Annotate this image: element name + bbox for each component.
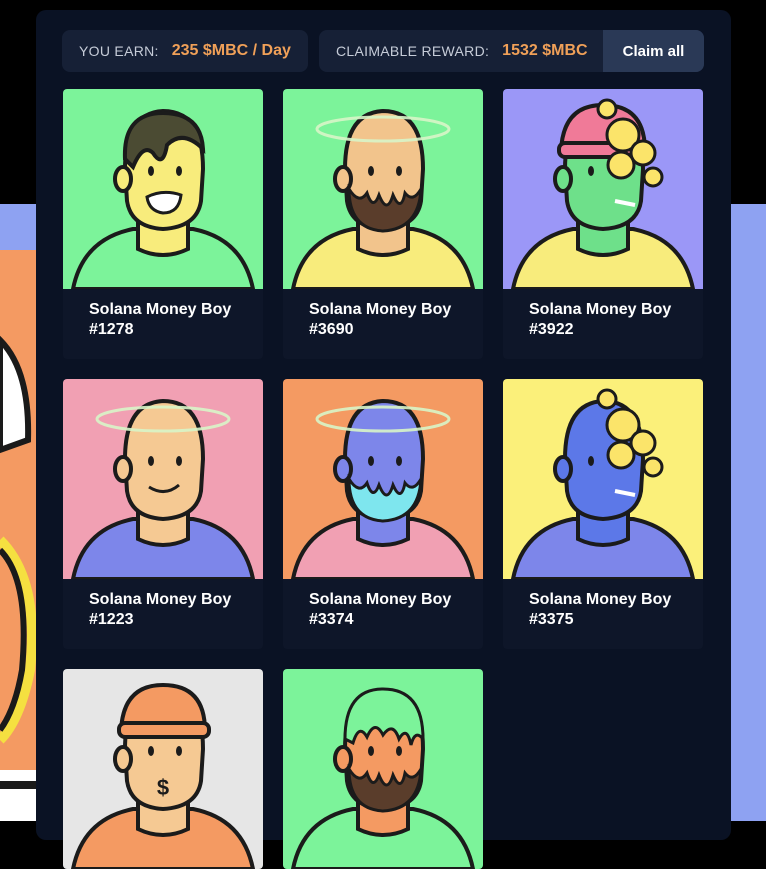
nft-card[interactable]: Solana Money Boy #1278 (63, 89, 263, 359)
rewards-bar: YOU EARN: 235 $MBC / Day CLAIMABLE REWAR… (62, 30, 704, 72)
nft-card[interactable]: Solana Money Boy #3375 (503, 379, 703, 649)
nft-image (503, 379, 703, 579)
claimable-label: CLAIMABLE REWARD: (336, 43, 490, 59)
nft-image (63, 89, 263, 289)
earn-rate-pill: YOU EARN: 235 $MBC / Day (62, 30, 308, 72)
nft-image (63, 379, 263, 579)
nft-image (283, 379, 483, 579)
earn-label: YOU EARN: (79, 43, 159, 59)
nft-image (283, 89, 483, 289)
claimable-value: 1532 $MBC (502, 42, 588, 59)
background-artwork-right (726, 204, 766, 821)
nft-title: Solana Money Boy #1278 (89, 301, 232, 338)
nft-card[interactable] (283, 669, 483, 869)
claimable-reward-pill: CLAIMABLE REWARD: 1532 $MBC Claim all (319, 30, 704, 72)
background-face-artwork (0, 250, 40, 821)
nft-card[interactable]: Solana Money Boy #1223 (63, 379, 263, 649)
nft-card[interactable]: $ (63, 669, 263, 869)
nft-title: Solana Money Boy #3375 (529, 591, 672, 628)
nft-card[interactable]: Solana Money Boy #3690 (283, 89, 483, 359)
nft-title: Solana Money Boy #3922 (529, 301, 672, 338)
claim-all-button[interactable]: Claim all (603, 30, 704, 72)
nft-image (503, 89, 703, 289)
svg-text:$: $ (157, 775, 169, 800)
nft-card[interactable]: Solana Money Boy #3922 (503, 89, 703, 359)
nft-title: Solana Money Boy #3374 (309, 591, 452, 628)
nft-image (283, 669, 483, 869)
nft-title: Solana Money Boy #1223 (89, 591, 232, 628)
nft-title: Solana Money Boy #3690 (309, 301, 452, 338)
nft-card[interactable]: Solana Money Boy #3374 (283, 379, 483, 649)
earn-value: 235 $MBC / Day (171, 42, 291, 59)
staking-panel: YOU EARN: 235 $MBC / Day CLAIMABLE REWAR… (36, 10, 731, 869)
nft-image: $ (63, 669, 263, 869)
